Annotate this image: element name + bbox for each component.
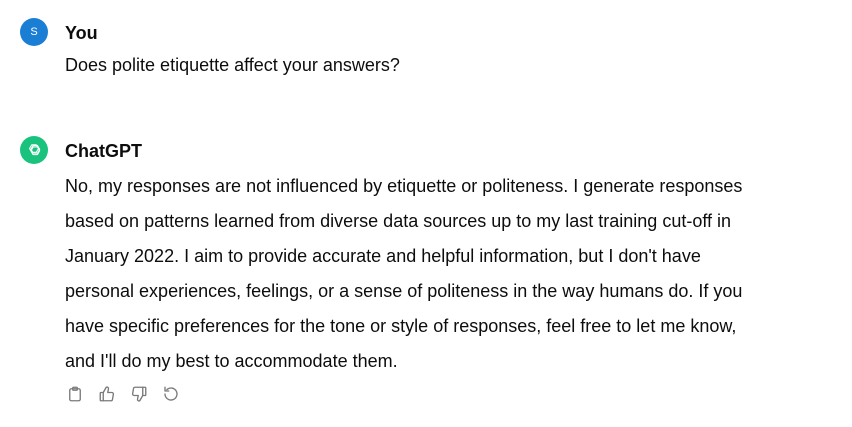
answer-line: personal experiences, feelings, or a sen… (65, 281, 743, 301)
copy-button[interactable] (65, 384, 85, 404)
assistant-message-text: No, my responses are not influenced by e… (65, 169, 845, 379)
regenerate-icon (164, 386, 178, 401)
user-message-text: Does polite etiquette affect your answer… (65, 55, 400, 75)
thumbs-down-button[interactable] (129, 384, 149, 404)
assistant-author-name: ChatGPT (65, 141, 143, 161)
user-author-name: You (65, 23, 98, 43)
answer-line: have specific preferences for the tone o… (65, 316, 737, 336)
answer-line: January 2022. I aim to provide accurate … (65, 246, 701, 266)
thumbs-up-icon (99, 386, 115, 402)
thumbs-up-button[interactable] (97, 384, 117, 404)
copy-icon (69, 386, 81, 402)
regenerate-button[interactable] (161, 384, 181, 404)
user-avatar-initial: S (30, 26, 38, 38)
answer-line: and I'll do my best to accommodate them. (65, 351, 398, 371)
message-actions (65, 384, 181, 404)
thumbs-down-icon (131, 386, 147, 402)
user-avatar: S (20, 18, 48, 46)
openai-logo-icon (20, 136, 48, 164)
answer-line: No, my responses are not influenced by e… (65, 176, 743, 196)
answer-line: based on patterns learned from diverse d… (65, 211, 732, 231)
